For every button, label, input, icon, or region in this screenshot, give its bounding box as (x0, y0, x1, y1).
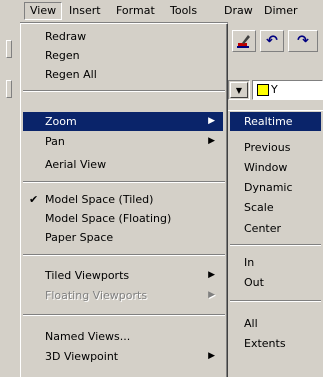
view-menu: Redraw Regen Regen All Zoom ▶ Pan ▶ Aeri… (20, 23, 228, 377)
layer-name: Y (271, 83, 278, 96)
menu-item-label: All (244, 317, 258, 330)
match-properties-button[interactable] (232, 30, 256, 52)
menu-item-tiled-viewports[interactable]: Tiled Viewports ▶ (23, 266, 223, 285)
menu-item-label: Named Views... (45, 330, 131, 343)
menu-item-floating-viewports: Floating Viewports ▶ (23, 286, 223, 305)
menubar-dimension[interactable]: Dimer (259, 3, 303, 19)
menu-item-model-space-floating[interactable]: Model Space (Floating) (23, 209, 223, 228)
menu-item-label: In (244, 256, 255, 269)
submenu-arrow-icon: ▶ (208, 270, 215, 280)
left-toolbar-strip (0, 22, 20, 377)
menu-item-pan[interactable]: Pan ▶ (23, 132, 223, 151)
submenu-arrow-icon: ▶ (208, 351, 215, 361)
submenu-item-extents[interactable]: Extents (230, 334, 321, 353)
menu-item-paper-space[interactable]: Paper Space (23, 228, 223, 247)
menu-item-label: Floating Viewports (45, 289, 148, 302)
submenu-item-dynamic[interactable]: Dynamic (230, 178, 321, 197)
menu-separator (23, 254, 225, 256)
submenu-item-scale[interactable]: Scale (230, 198, 321, 217)
menu-separator (23, 314, 225, 316)
submenu-item-all[interactable]: All (230, 314, 321, 333)
chevron-down-icon: ▼ (235, 85, 243, 95)
menu-separator (230, 300, 321, 302)
menu-item-label: Tiled Viewports (45, 269, 130, 282)
menu-item-label: Regen All (45, 68, 97, 81)
menu-separator (230, 244, 321, 246)
undo-icon: ↶ (266, 33, 278, 49)
menu-item-label: Previous (244, 141, 291, 154)
menu-item-regen-all[interactable]: Regen All (23, 65, 223, 84)
menu-item-label: Zoom (45, 115, 77, 128)
submenu-arrow-icon: ▶ (208, 136, 215, 146)
menu-item-label: Extents (244, 337, 286, 350)
menu-item-label: 3D Viewpoint (45, 350, 119, 363)
submenu-arrow-icon: ▶ (208, 290, 215, 300)
redo-button[interactable]: ↷ (288, 30, 318, 52)
menu-bar: View Insert Format Tools Draw Dimer (0, 0, 323, 23)
undo-button[interactable]: ↶ (260, 30, 284, 52)
layer-color-swatch (257, 84, 269, 96)
standard-toolbar: ↶ ↷ (228, 22, 323, 80)
paintbrush-icon (237, 35, 250, 48)
submenu-item-out[interactable]: Out (230, 273, 321, 292)
menu-item-label: Regen (45, 49, 80, 62)
menu-item-aerial-view[interactable]: Aerial View (23, 155, 223, 174)
menu-item-label: Center (244, 222, 282, 235)
submenu-item-window[interactable]: Window (230, 158, 321, 177)
menu-item-label: Out (244, 276, 264, 289)
menubar-draw[interactable]: Draw (219, 3, 258, 19)
submenu-item-previous[interactable]: Previous (230, 138, 321, 157)
menu-item-label: Pan (45, 135, 65, 148)
menu-item-regen[interactable]: Regen (23, 46, 223, 65)
menubar-insert[interactable]: Insert (64, 3, 106, 19)
layer-dropdown-button[interactable]: ▼ (230, 82, 248, 98)
submenu-item-in[interactable]: In (230, 253, 321, 272)
menu-item-label: Aerial View (45, 158, 107, 171)
menu-separator (23, 181, 225, 183)
redo-icon: ↷ (297, 33, 309, 49)
menu-item-label: Model Space (Floating) (45, 212, 172, 225)
menu-item-label: Dynamic (244, 181, 293, 194)
toolbar-grip-handle[interactable] (6, 80, 12, 98)
submenu-arrow-icon: ▶ (208, 116, 215, 126)
menubar-tools[interactable]: Tools (165, 3, 202, 19)
menu-item-label: Window (244, 161, 288, 174)
menu-item-label: Redraw (45, 30, 87, 43)
zoom-submenu: Realtime Previous Window Dynamic Scale C… (228, 110, 323, 377)
toolbar-grip-handle[interactable] (6, 40, 12, 58)
checkmark-icon: ✔ (29, 193, 39, 206)
menu-item-named-views[interactable]: Named Views... (23, 327, 223, 346)
submenu-item-center[interactable]: Center (230, 219, 321, 238)
layer-dropdown[interactable]: Y (252, 80, 323, 100)
menu-separator (23, 90, 225, 92)
menubar-format[interactable]: Format (111, 3, 160, 19)
menu-item-3d-viewpoint[interactable]: 3D Viewpoint ▶ (23, 347, 223, 366)
menu-item-label: Realtime (244, 115, 293, 128)
menu-item-redraw[interactable]: Redraw (23, 27, 223, 46)
menu-item-model-space-tiled[interactable]: ✔ Model Space (Tiled) (23, 190, 223, 209)
menu-item-label: Scale (244, 201, 274, 214)
menubar-view[interactable]: View (24, 2, 63, 20)
menu-item-zoom[interactable]: Zoom ▶ (23, 112, 223, 131)
menu-item-label: Paper Space (45, 231, 114, 244)
menu-item-label: Model Space (Tiled) (45, 193, 154, 206)
submenu-item-realtime[interactable]: Realtime (230, 112, 321, 131)
